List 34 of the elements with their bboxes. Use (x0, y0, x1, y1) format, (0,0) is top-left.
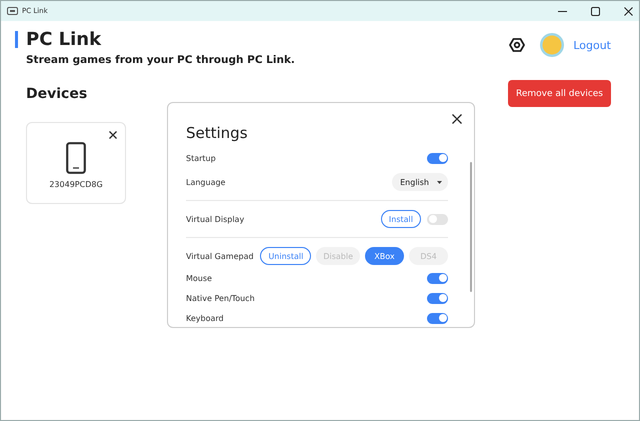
remove-icon[interactable] (109, 131, 117, 139)
settings-icon[interactable] (509, 37, 526, 53)
devices-heading: Devices (26, 86, 88, 102)
remove-all-button[interactable]: Remove all devices (508, 80, 611, 107)
setting-label: Language (186, 178, 226, 186)
setting-label: Virtual Display (186, 214, 244, 224)
setting-label: Keyboard (186, 314, 224, 322)
toggle-switch[interactable] (427, 272, 448, 284)
accent-bar (15, 31, 18, 48)
toggle-switch[interactable] (427, 312, 448, 324)
toggle-switch[interactable] (427, 152, 448, 164)
dialog-title: Settings (186, 123, 249, 143)
toggle-switch[interactable] (427, 214, 448, 224)
caret-icon (437, 180, 442, 184)
setting-label: Mouse (186, 274, 212, 282)
scrollbar[interactable] (470, 162, 472, 292)
app-title: PC Link (26, 29, 102, 50)
language-dropdown[interactable]: English (392, 173, 448, 191)
uninstall-button[interactable]: Uninstall (260, 247, 312, 265)
gamepad-option[interactable]: XBox (365, 247, 404, 265)
logout-link[interactable]: Logout (573, 38, 611, 52)
setting-label: Native Pen/Touch (186, 294, 255, 302)
close-icon[interactable] (452, 114, 462, 124)
setting-label: Startup (186, 154, 216, 162)
setting-label: Virtual Gamepad (186, 252, 254, 260)
device-card[interactable]: 23049PCD8G (26, 122, 126, 204)
app-icon (7, 7, 18, 15)
phone-icon (66, 142, 86, 174)
install-button[interactable]: Install (380, 210, 421, 228)
maximize-icon[interactable] (591, 6, 600, 16)
device-name: 23049PCD8G (49, 180, 103, 188)
app-subtitle: Stream games from your PC through PC Link. (26, 54, 295, 66)
close-icon[interactable] (624, 6, 633, 16)
toggle-switch[interactable] (427, 292, 448, 304)
